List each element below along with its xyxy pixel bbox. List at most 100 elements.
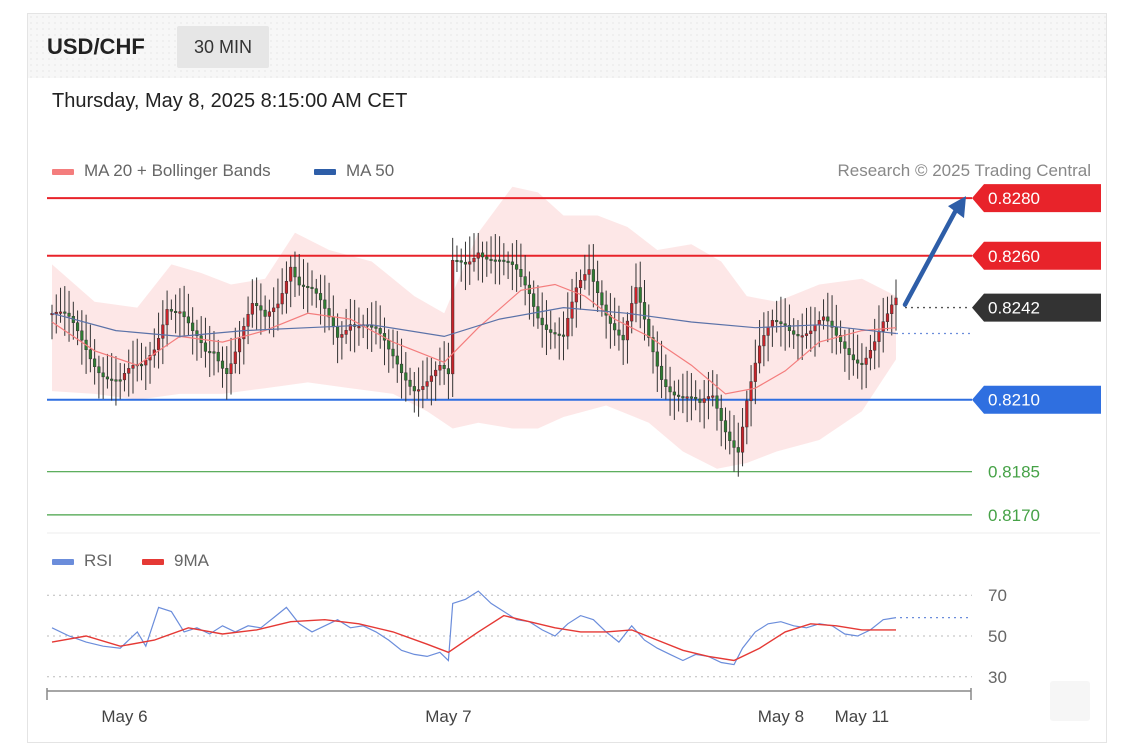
candle-body — [378, 328, 382, 334]
candle-body — [463, 261, 468, 265]
candle-body — [157, 338, 161, 351]
candle-body — [127, 368, 131, 374]
candle-body — [770, 320, 774, 328]
candle-body — [566, 317, 570, 337]
candle-body — [775, 320, 779, 323]
candle-body — [88, 349, 92, 360]
candle-body — [93, 358, 97, 367]
candle-body — [429, 375, 433, 382]
candle-body — [574, 287, 578, 303]
candle-body — [76, 322, 80, 332]
candle-body — [301, 284, 306, 287]
candle-body — [310, 286, 314, 289]
candle-body — [583, 274, 587, 281]
candle-body — [208, 351, 212, 354]
candle-body — [276, 303, 280, 309]
candle-body — [843, 341, 847, 349]
level-label-0.8210: 0.8210 — [988, 391, 1040, 410]
candle-body — [284, 280, 289, 294]
candle-body — [250, 303, 254, 315]
candle-body — [510, 261, 514, 265]
candle-body — [425, 381, 429, 387]
candle-body — [506, 260, 510, 263]
candle-body — [702, 398, 706, 403]
candle-body — [519, 269, 523, 277]
candle-body — [63, 311, 67, 314]
candle-body — [549, 329, 553, 333]
candle-body — [515, 264, 519, 270]
candle-body — [600, 292, 604, 306]
candle-body — [502, 259, 506, 262]
rsi-tick-50: 50 — [988, 627, 1007, 646]
candle-body — [493, 259, 497, 262]
candle-body — [459, 260, 463, 263]
candle-body — [796, 334, 800, 337]
candle-body — [532, 293, 536, 307]
candle-body — [885, 313, 890, 322]
candle-body — [374, 326, 378, 329]
candle-body — [890, 304, 894, 314]
x-tick-label: May 11 — [835, 707, 890, 726]
candle-body — [779, 321, 783, 324]
candle-body — [672, 391, 676, 396]
candle-body — [881, 321, 885, 332]
candle-body — [561, 334, 566, 337]
candle-body — [685, 396, 689, 399]
price-chart[interactable]: 0.8280 0.8260 0.8242 0.8210 0.8185 0.8170 70 50… — [0, 0, 1124, 755]
candle-body — [417, 389, 421, 392]
candle-body — [105, 376, 109, 380]
candle-body — [387, 339, 391, 350]
candle-body — [246, 313, 250, 327]
x-tick-label: May 8 — [758, 707, 804, 726]
candle-body — [336, 326, 340, 338]
level-label-0.8185: 0.8185 — [988, 463, 1040, 482]
candle-body — [267, 311, 271, 317]
x-tick-label: May 7 — [425, 707, 471, 726]
candle-body — [97, 366, 101, 374]
candle-body — [272, 307, 276, 313]
candle-body — [404, 372, 408, 381]
candle-body — [847, 348, 851, 356]
candle-body — [438, 365, 442, 371]
candle-body — [344, 330, 348, 335]
candle-body — [860, 362, 864, 365]
rsi-tick-30: 30 — [988, 668, 1007, 687]
candle-body — [664, 379, 668, 388]
candle-body — [668, 386, 672, 393]
candle-body — [647, 318, 651, 338]
candle-body — [174, 310, 178, 313]
candle-body — [391, 348, 395, 357]
candle-body — [792, 330, 796, 335]
candle-body — [178, 311, 182, 314]
candle-body — [237, 338, 242, 353]
candle-body — [579, 280, 583, 289]
candle-body — [766, 326, 770, 336]
candle-body — [719, 408, 723, 421]
candle-body — [165, 309, 169, 326]
candle-body — [455, 259, 459, 262]
candle-body — [323, 299, 327, 309]
candle-body — [318, 293, 323, 301]
rsi-tick-70: 70 — [988, 586, 1007, 605]
candle-body — [783, 323, 787, 326]
candle-body — [421, 386, 425, 390]
candle-body — [617, 329, 621, 336]
candle-body — [745, 400, 749, 428]
candle-body — [191, 322, 195, 332]
candle-body — [203, 342, 208, 352]
candle-body — [642, 302, 647, 320]
candle-body — [110, 378, 114, 381]
candle-body — [399, 363, 404, 374]
forecast-arrow-head-icon — [948, 196, 966, 219]
candle-body — [220, 360, 225, 369]
candle-body — [804, 333, 809, 336]
candle-body — [131, 365, 135, 369]
candle-body — [681, 396, 685, 399]
candle-body — [357, 326, 361, 329]
candle-body — [809, 330, 813, 334]
candle-body — [723, 420, 728, 433]
candle-body — [485, 256, 489, 260]
candle-body — [114, 379, 118, 382]
candle-body — [868, 350, 872, 359]
candle-body — [293, 266, 297, 278]
